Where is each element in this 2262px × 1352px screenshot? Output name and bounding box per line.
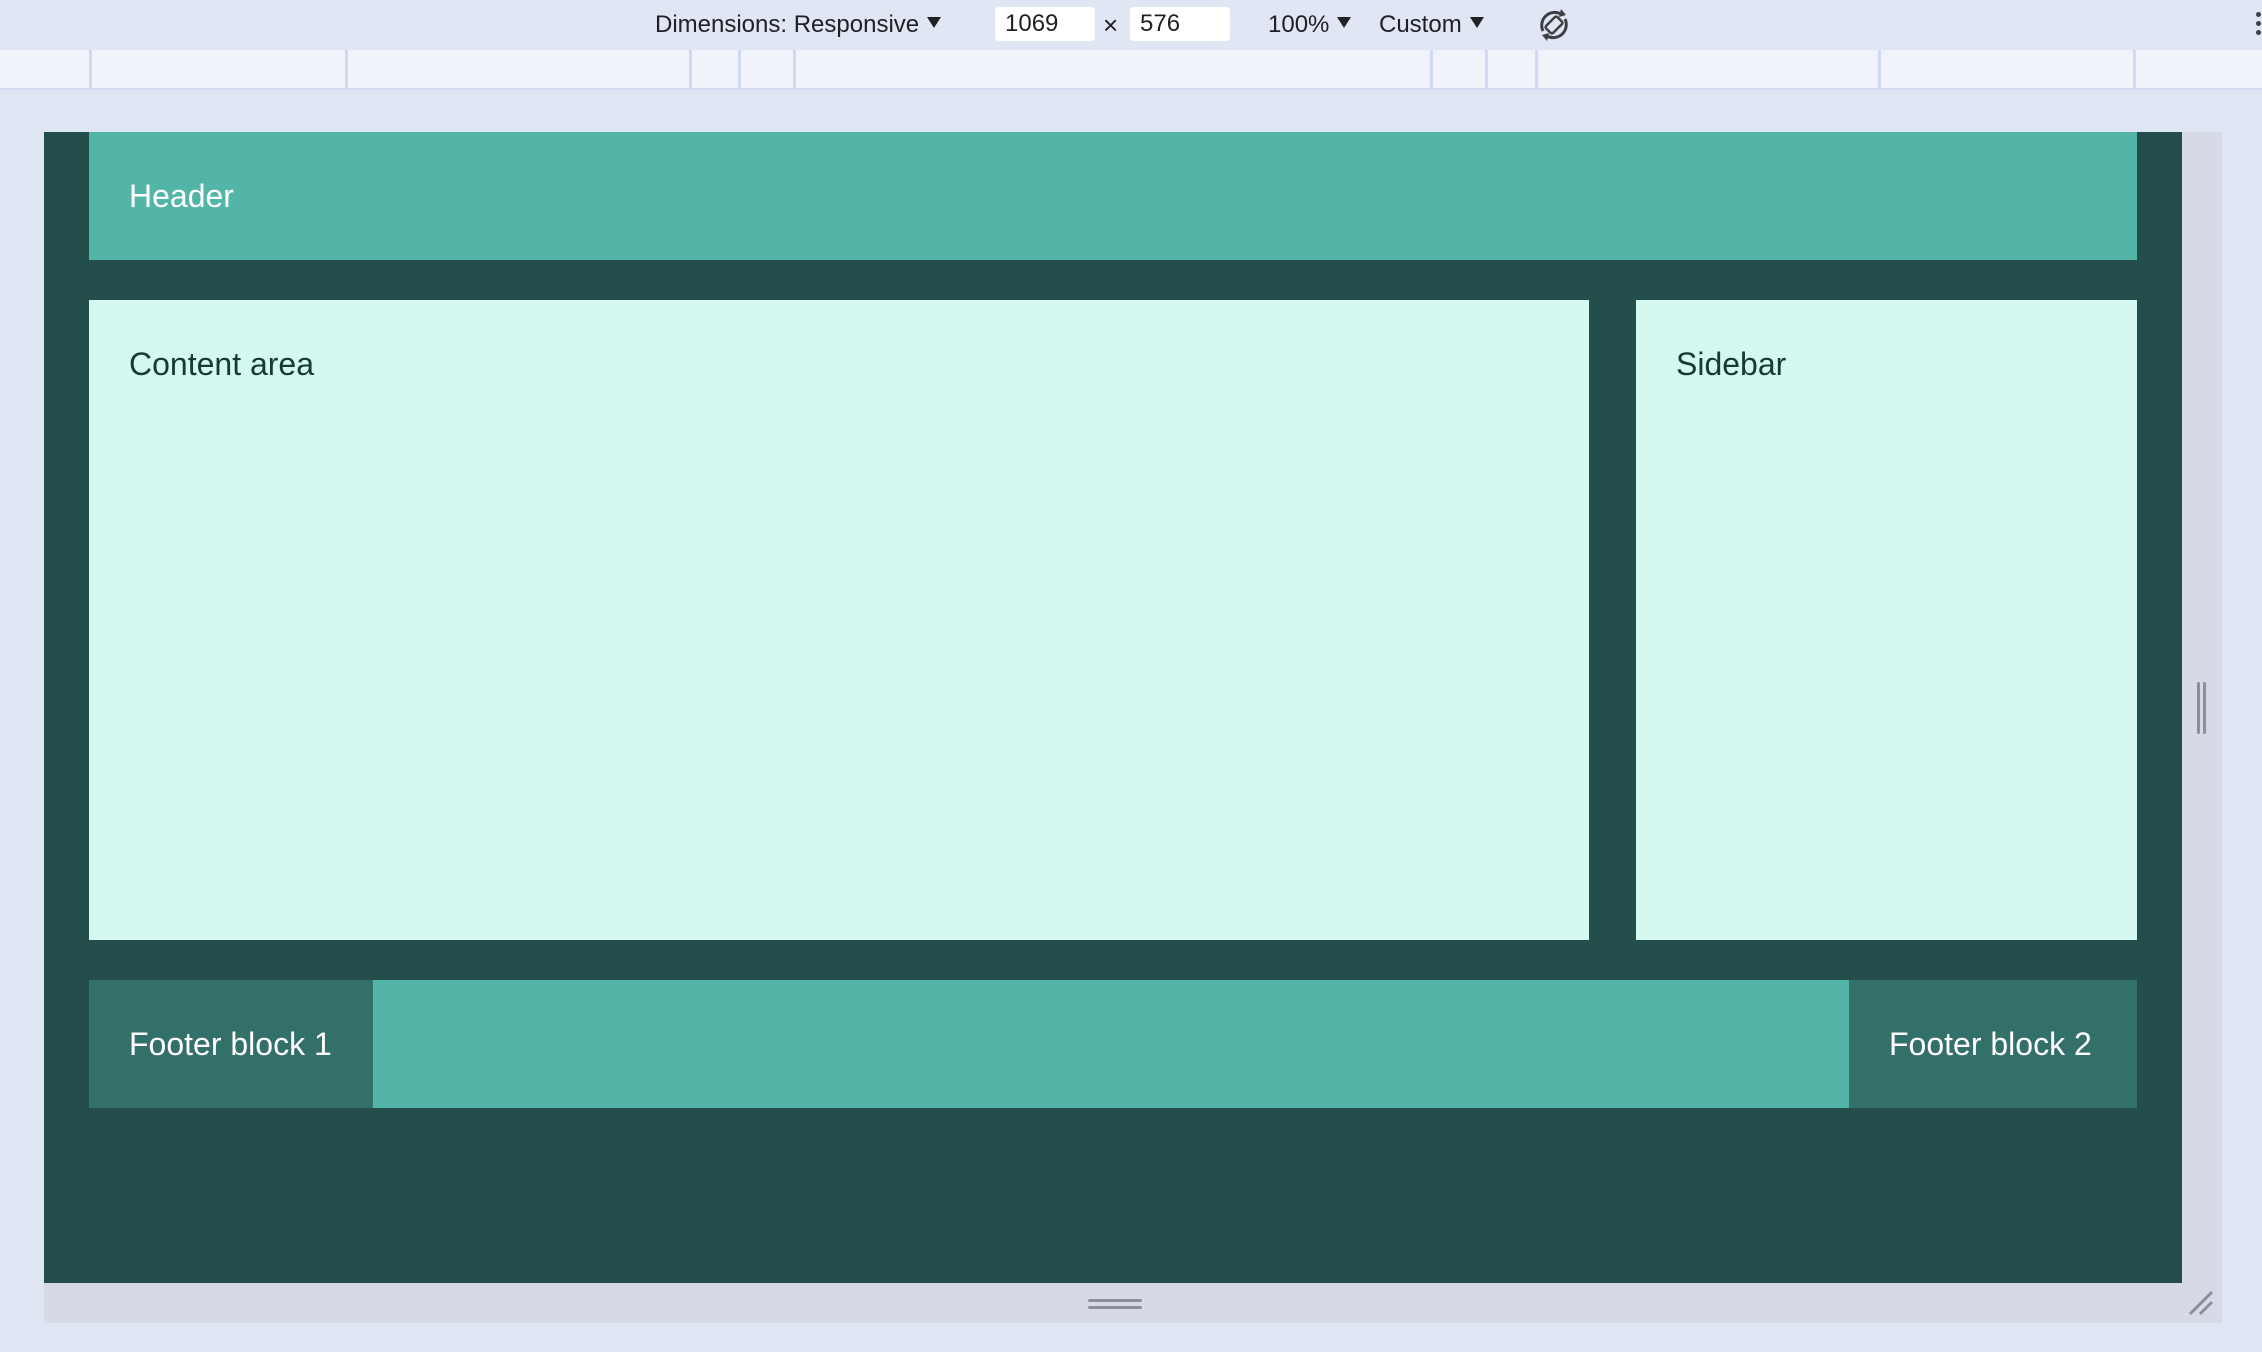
- dimensions-label: Dimensions: Responsive: [655, 11, 920, 38]
- page-header: Header: [89, 132, 2137, 260]
- media-query-marker[interactable]: [1878, 50, 1881, 88]
- width-input[interactable]: 1069: [995, 7, 1095, 41]
- grip-icon: [2197, 682, 2207, 734]
- height-resize-handle[interactable]: [44, 1283, 2222, 1323]
- more-options-icon[interactable]: [2254, 12, 2262, 40]
- chevron-down-icon: [927, 17, 942, 29]
- header-label: Header: [129, 178, 234, 214]
- height-input[interactable]: 576: [1130, 7, 1230, 41]
- media-query-marker[interactable]: [345, 50, 348, 88]
- zoom-label: 100%: [1268, 11, 1330, 38]
- sidebar-label: Sidebar: [1676, 346, 1787, 382]
- footer-block-1: Footer block 1: [89, 980, 373, 1108]
- media-query-marker[interactable]: [2133, 50, 2136, 88]
- sidebar: Sidebar: [1636, 300, 2137, 940]
- media-query-marker[interactable]: [738, 50, 741, 88]
- device-toolbar: Dimensions: Responsive 1069 × 576 100% C…: [0, 0, 2262, 50]
- media-query-marker[interactable]: [1430, 50, 1433, 88]
- media-query-marker[interactable]: [793, 50, 796, 88]
- chevron-down-icon: [1337, 17, 1352, 29]
- footer-block-2: Footer block 2: [1849, 980, 2137, 1108]
- times-separator: ×: [1103, 10, 1119, 40]
- dimensions-dropdown[interactable]: Dimensions: Responsive: [655, 8, 942, 42]
- content-area: Content area: [89, 300, 1589, 940]
- media-query-marker[interactable]: [1535, 50, 1538, 88]
- media-query-marker[interactable]: [1485, 50, 1488, 88]
- throttle-dropdown[interactable]: Custom: [1379, 8, 1484, 42]
- footer-block-2-label: Footer block 2: [1889, 1026, 2092, 1062]
- media-query-bar[interactable]: [0, 50, 2262, 90]
- zoom-dropdown[interactable]: 100%: [1268, 8, 1352, 42]
- content-label: Content area: [129, 346, 315, 382]
- corner-resize-icon[interactable]: [2186, 1288, 2216, 1318]
- rotate-icon[interactable]: [1535, 6, 1573, 44]
- media-query-marker[interactable]: [89, 50, 92, 88]
- footer-block-1-label: Footer block 1: [129, 1026, 332, 1062]
- grip-icon: [1088, 1299, 1142, 1311]
- chevron-down-icon: [1469, 17, 1484, 29]
- throttle-label: Custom: [1379, 11, 1462, 38]
- media-query-marker[interactable]: [689, 50, 692, 88]
- width-resize-handle[interactable]: [2182, 132, 2222, 1283]
- page-footer: Footer block 1 Footer block 2: [89, 980, 2137, 1108]
